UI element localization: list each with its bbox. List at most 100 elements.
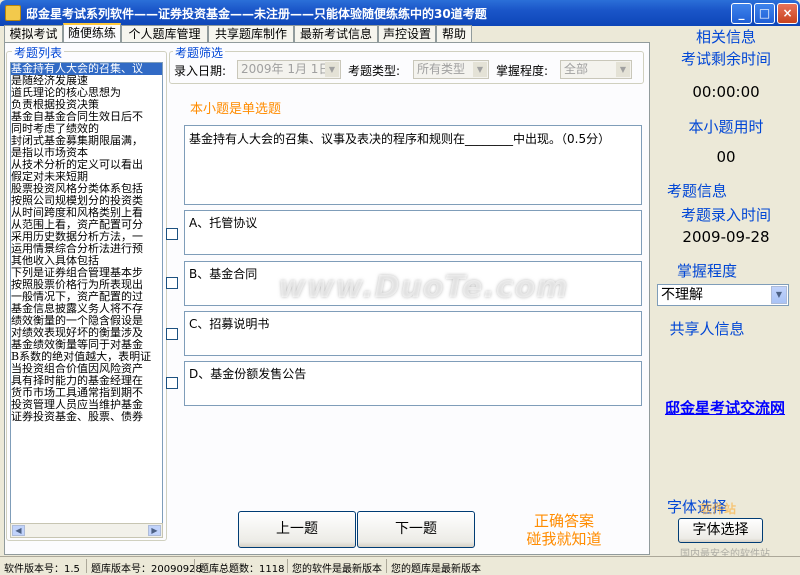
watermark-text: www.DuoTe.com — [278, 270, 569, 305]
entry-time-value: 2009-09-28 — [682, 228, 770, 246]
software-version: 软件版本号：1.5 — [4, 564, 80, 575]
option-c[interactable]: C、招募说明书 — [184, 311, 642, 356]
tab-exam-news[interactable]: 最新考试信息 — [294, 25, 378, 43]
software-status: 您的软件是最新版本 — [292, 564, 382, 575]
tab-personal-bank[interactable]: 个人题库管理 — [121, 25, 208, 43]
db-status: 您的题库是最新版本 — [391, 564, 481, 575]
filter-title: 考题筛选 — [173, 44, 226, 61]
mastery-filter-value: 全部 — [564, 62, 589, 76]
watermark-corner-logo: 软件站 — [700, 502, 737, 516]
question-list-title: 考题列表 — [12, 44, 65, 61]
answer-line-1: 正确答案 — [533, 512, 594, 530]
prev-question-button[interactable]: 上一题 — [238, 511, 356, 548]
tab-voice-settings[interactable]: 声控设置 — [378, 25, 436, 43]
sharer-info-heading: 共享人信息 — [669, 320, 745, 338]
list-item[interactable]: 运用情景综合分析法进行预 — [11, 243, 162, 255]
mastery-value: 不理解 — [661, 287, 703, 303]
type-select[interactable]: 所有类型 ▼ — [413, 60, 489, 79]
next-question-button[interactable]: 下一题 — [357, 511, 475, 548]
date-label: 录入日期: — [174, 64, 227, 78]
list-item[interactable]: 其他收入具体包括 — [11, 255, 162, 267]
option-d-checkbox[interactable] — [166, 377, 178, 389]
chevron-down-icon[interactable]: ▼ — [473, 62, 487, 77]
question-text-box: 基金持有人大会的召集、议事及表决的程序和规则在________中出现。（0.5分… — [184, 125, 642, 205]
option-d-text: D、基金份额发售公告 — [189, 367, 307, 381]
option-c-text: C、招募说明书 — [189, 317, 270, 331]
list-item[interactable]: 基金信息披露义务人将不存 — [11, 303, 162, 315]
list-item[interactable]: 从时间跨度和风格类别上看 — [11, 207, 162, 219]
sharer-link[interactable]: 邸金星考试交流网 — [657, 398, 793, 418]
list-item[interactable]: 一般情况下，资产配置的过 — [11, 291, 162, 303]
entry-time-label: 考题录入时间 — [680, 206, 771, 224]
mastery-filter-select[interactable]: 全部 ▼ — [560, 60, 632, 79]
app-icon — [5, 5, 21, 21]
option-a[interactable]: A、托管协议 — [184, 210, 642, 255]
time-used-value: 00 — [716, 148, 736, 166]
list-item[interactable]: 对绩效表现好坏的衡量涉及 — [11, 327, 162, 339]
list-item[interactable]: 是指以市场资本 — [11, 147, 162, 159]
related-info-heading: 相关信息 — [695, 28, 756, 46]
question-list[interactable]: 基金持有人大会的召集、议 是随经济发展速 道氏理论的核心思想为 负责根据投资决策… — [10, 62, 163, 538]
list-item[interactable]: 同时考虑了绩效的 — [11, 123, 162, 135]
mastery-label: 掌握程度 — [676, 262, 737, 280]
option-d[interactable]: D、基金份额发售公告 — [184, 361, 642, 406]
db-version: 题库版本号：20090928 — [91, 564, 202, 575]
tab-help[interactable]: 帮助 — [436, 25, 472, 43]
list-item[interactable]: 证券投资基金、股票、债券 — [11, 411, 162, 423]
list-horizontal-scrollbar[interactable]: ◀ ▶ — [10, 523, 163, 538]
list-item[interactable]: 封闭式基金募集期限届满， — [11, 135, 162, 147]
option-b-checkbox[interactable] — [166, 277, 178, 289]
show-answer-link[interactable]: 正确答案 碰我就知道 — [510, 512, 618, 548]
date-picker[interactable]: 2009年 1月 1日 ▼ — [237, 60, 341, 79]
time-left-value: 00:00:00 — [692, 83, 760, 101]
option-c-checkbox[interactable] — [166, 328, 178, 340]
option-a-text: A、托管协议 — [189, 216, 258, 230]
list-item[interactable]: 采用历史数据分析方法，一 — [11, 231, 162, 243]
list-item[interactable]: 投资管理人员应当维护基金 — [11, 399, 162, 411]
tab-shared-bank[interactable]: 共享题库制作 — [208, 25, 294, 43]
list-item[interactable]: 股票投资风格分类体系包括 — [11, 183, 162, 195]
list-item[interactable]: 基金自基金合同生效日后不 — [11, 111, 162, 123]
chevron-down-icon[interactable]: ▼ — [771, 286, 787, 304]
type-label: 考题类型: — [348, 64, 401, 78]
list-item[interactable]: B系数的绝对值越大，表明证 — [11, 351, 162, 363]
list-item[interactable]: 按照公司规模划分的投资类 — [11, 195, 162, 207]
question-type-notice: 本小题是单选题 — [190, 102, 282, 117]
mastery-select[interactable]: 不理解 ▼ — [657, 284, 789, 306]
time-used-label: 本小题用时 — [688, 118, 764, 136]
close-button[interactable]: × — [777, 3, 798, 24]
list-item[interactable]: 假定对未来短期 — [11, 171, 162, 183]
list-item[interactable]: 道氏理论的核心思想为 — [11, 87, 162, 99]
list-item[interactable]: 基金持有人大会的召集、议 — [11, 63, 162, 75]
tab-mock-exam[interactable]: 模拟考试 — [4, 25, 63, 43]
scroll-left-icon[interactable]: ◀ — [12, 525, 25, 536]
list-item[interactable]: 负责根据投资决策 — [11, 99, 162, 111]
chevron-down-icon[interactable]: ▼ — [616, 62, 630, 77]
chevron-down-icon[interactable]: ▼ — [325, 62, 339, 77]
list-item[interactable]: 从技术分析的定义可以看出 — [11, 159, 162, 171]
list-item[interactable]: 绩效衡量的一个隐含假设是 — [11, 315, 162, 327]
question-info-heading: 考题信息 — [666, 182, 727, 200]
window-title: 邸金星考试系列软件——证券投资基金——未注册——只能体验随便练练中的30道考题 — [26, 7, 487, 21]
answer-line-2: 碰我就知道 — [526, 530, 602, 548]
list-item[interactable]: 是随经济发展速 — [11, 75, 162, 87]
list-item[interactable]: 具有择时能力的基金经理在 — [11, 375, 162, 387]
list-item[interactable]: 基金绩效衡量等同于对基金 — [11, 339, 162, 351]
font-select-button[interactable]: 字体选择 — [678, 518, 763, 543]
list-item[interactable]: 从范围上看，资产配置可分 — [11, 219, 162, 231]
db-total: 题库总题数：1118 — [199, 564, 285, 575]
option-a-checkbox[interactable] — [166, 228, 178, 240]
status-divider — [287, 559, 288, 573]
status-divider — [86, 559, 87, 573]
scroll-right-icon[interactable]: ▶ — [148, 525, 161, 536]
list-item[interactable]: 当投资组合价值因风险资产 — [11, 363, 162, 375]
type-value: 所有类型 — [417, 62, 466, 76]
list-item[interactable]: 下列是证券组合管理基本步 — [11, 267, 162, 279]
status-divider — [194, 559, 195, 573]
question-text: 基金持有人大会的召集、议事及表决的程序和规则在________中出现。（0.5分… — [189, 132, 611, 146]
maximize-button[interactable]: □ — [754, 3, 775, 24]
tab-practice[interactable]: 随便练练 — [63, 23, 121, 43]
list-item[interactable]: 货币市场工具通常指到期不 — [11, 387, 162, 399]
list-item[interactable]: 按照股票价格行为所表现出 — [11, 279, 162, 291]
minimize-button[interactable]: _ — [731, 3, 752, 24]
